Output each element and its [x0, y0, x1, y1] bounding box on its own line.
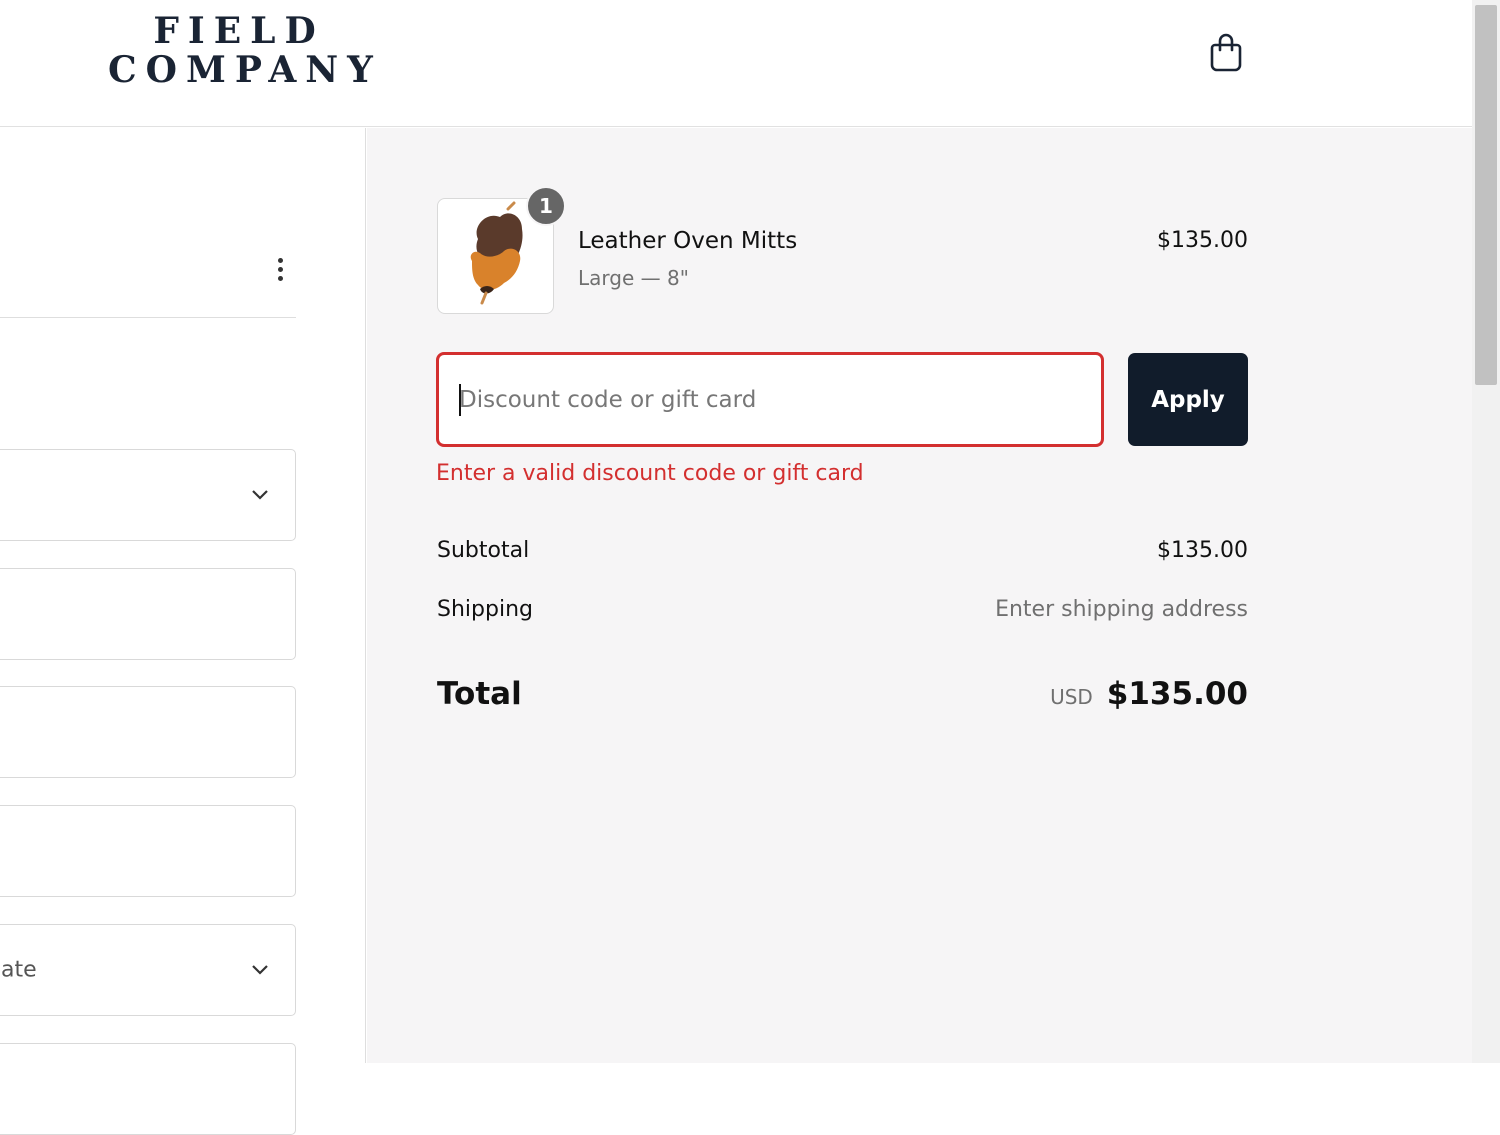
city-field[interactable]: [0, 805, 296, 897]
shipping-label: Shipping: [437, 597, 533, 622]
chevron-down-icon: [252, 965, 268, 975]
subtotal-label: Subtotal: [437, 538, 530, 563]
total-label: Total: [437, 676, 522, 712]
brand-logo[interactable]: FIELD COMPANY: [108, 10, 382, 92]
total-currency: USD: [1050, 685, 1093, 709]
product-price: $135.00: [1157, 228, 1248, 253]
brand-logo-line2: COMPANY: [108, 49, 382, 91]
section-divider: [0, 317, 296, 318]
brand-logo-line1: FIELD: [153, 10, 325, 52]
dot-icon: [277, 275, 283, 281]
country-select[interactable]: [0, 449, 296, 541]
total-amount-group: USD $135.00: [1050, 676, 1248, 712]
product-name: Leather Oven Mitts: [578, 228, 798, 254]
cart-button[interactable]: [1204, 30, 1248, 74]
state-select[interactable]: ate: [0, 924, 296, 1016]
product-variant: Large — 8": [578, 266, 689, 290]
apply-discount-button[interactable]: Apply: [1128, 353, 1248, 446]
site-header: FIELD COMPANY: [0, 0, 1472, 127]
total-value: $135.00: [1106, 676, 1248, 712]
quantity-badge: 1: [526, 186, 566, 226]
state-select-value: ate: [1, 957, 37, 983]
first-name-field[interactable]: [0, 568, 296, 660]
shipping-value: Enter shipping address: [995, 597, 1248, 622]
dot-icon: [277, 266, 283, 272]
discount-error-message: Enter a valid discount code or gift card: [436, 461, 864, 486]
zip-field[interactable]: [0, 1043, 296, 1135]
chevron-down-icon: [252, 490, 268, 500]
page-scrollbar-thumb[interactable]: [1475, 5, 1497, 385]
subtotal-value: $135.00: [1157, 538, 1248, 563]
text-caret: [459, 384, 461, 416]
shopping-bag-icon: [1210, 33, 1242, 72]
discount-code-input[interactable]: [436, 352, 1104, 447]
more-options-button[interactable]: [268, 252, 292, 286]
dot-icon: [277, 257, 283, 263]
address-field[interactable]: [0, 686, 296, 778]
